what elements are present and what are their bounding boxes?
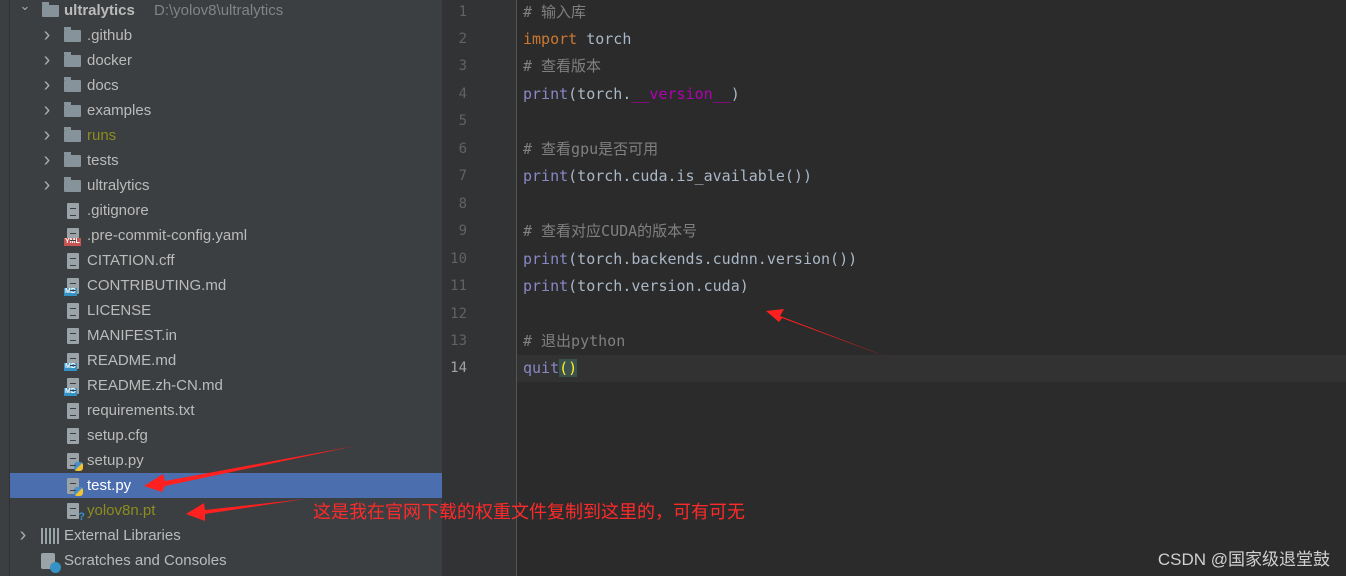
arrow-to-code — [766, 309, 890, 358]
arrow-to-yolov8n — [186, 499, 305, 521]
arrow-to-test-py — [144, 446, 355, 492]
annotation-arrows — [144, 309, 890, 521]
